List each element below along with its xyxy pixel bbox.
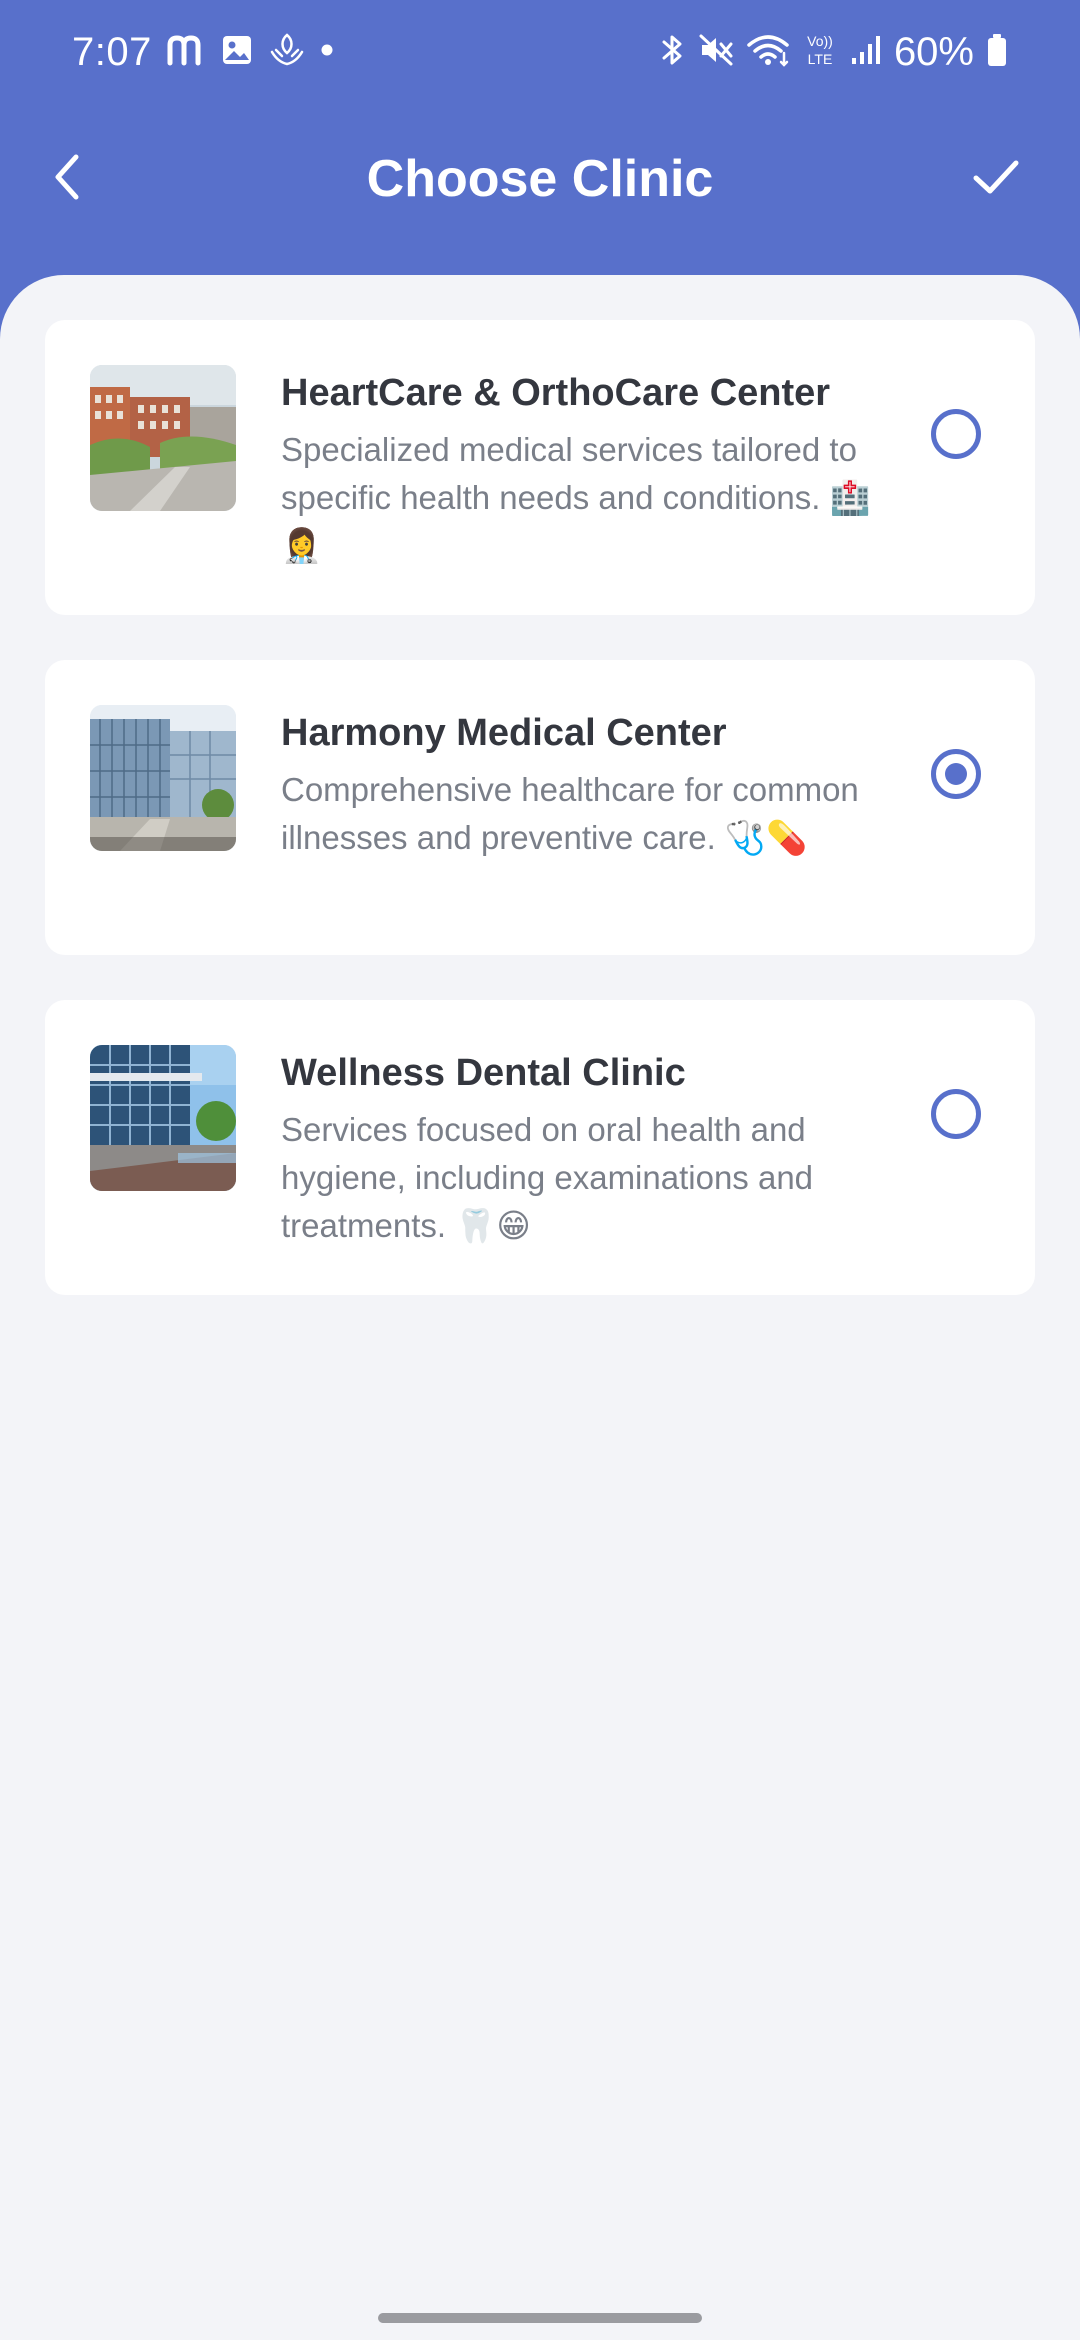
clinic-card-wellness-dental[interactable]: Wellness Dental Clinic Services focused … (45, 1000, 1035, 1295)
back-button[interactable] (30, 141, 106, 217)
home-indicator[interactable] (378, 2313, 702, 2323)
content-area: HeartCare & OrthoCare Center Specialized… (0, 275, 1080, 2340)
status-right: Vo)) LTE 60% (658, 26, 1008, 78)
clinic-name: HeartCare & OrthoCare Center (281, 372, 831, 414)
notification-dot-icon (320, 43, 334, 62)
clinic-description: Services focused on oral health and hygi… (281, 1111, 814, 1244)
hand-leaf-icon (268, 32, 306, 73)
confirm-button[interactable] (958, 141, 1034, 217)
signal-icon (850, 34, 882, 71)
m-app-icon (166, 33, 206, 72)
clinic-card-heartcare[interactable]: HeartCare & OrthoCare Center Specialized… (45, 320, 1035, 615)
bluetooth-icon (658, 32, 686, 73)
mute-icon (698, 33, 734, 72)
radio-selected-dot (945, 763, 967, 785)
app-bar: Choose Clinic (0, 105, 1080, 275)
gallery-icon (220, 33, 254, 72)
page-title: Choose Clinic (366, 150, 714, 208)
svg-text:Vo)): Vo)) (807, 33, 833, 49)
clinic-list: HeartCare & OrthoCare Center Specialized… (45, 320, 1035, 1340)
clinic-radio-button[interactable] (931, 409, 981, 459)
status-bar: 7:07 Vo)) LTE 60% (0, 0, 1080, 105)
clinic-description: Specialized medical services tailored to… (281, 431, 871, 564)
chevron-left-icon (46, 151, 90, 208)
status-time: 7:07 (72, 29, 152, 74)
clinic-card-harmony[interactable]: Harmony Medical Center Comprehensive hea… (45, 660, 1035, 955)
svg-text:LTE: LTE (808, 51, 833, 67)
clinic-image (90, 1045, 236, 1191)
clinic-description: Comprehensive healthcare for common illn… (281, 771, 859, 856)
clinic-image (90, 365, 236, 511)
clinic-radio-button-selected[interactable] (931, 749, 981, 799)
checkmark-icon (970, 151, 1022, 208)
wifi-icon (746, 33, 790, 72)
clinic-image (90, 705, 236, 851)
volte-icon: Vo)) LTE (802, 31, 838, 74)
clinic-name: Harmony Medical Center (281, 712, 727, 754)
status-left: 7:07 (72, 26, 334, 78)
battery-percentage: 60% (893, 29, 974, 74)
clinic-name: Wellness Dental Clinic (281, 1052, 686, 1094)
battery-icon (986, 32, 1008, 73)
clinic-radio-button[interactable] (931, 1089, 981, 1139)
